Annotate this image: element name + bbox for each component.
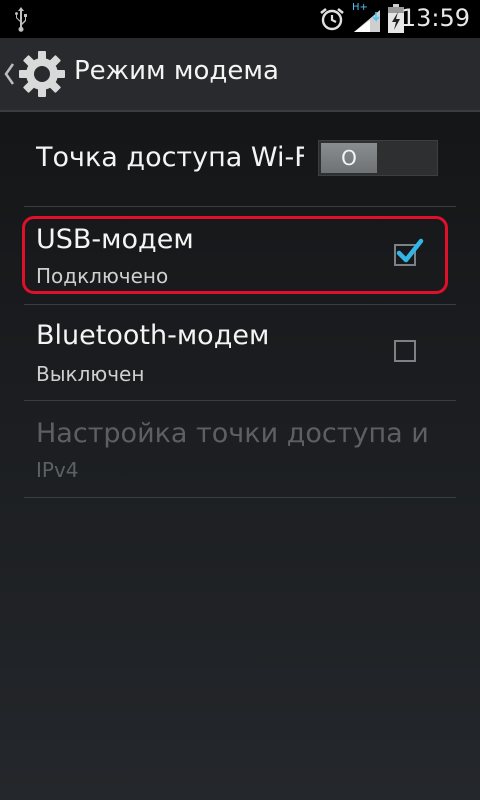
- divider: [24, 206, 456, 207]
- usb-icon: [15, 7, 27, 32]
- clock: 13:59: [400, 4, 470, 32]
- status-bar: H+ 13:59: [0, 0, 480, 38]
- wifi-hotspot-row[interactable]: Точка доступа Wi-Fi O: [24, 110, 456, 206]
- divider: [24, 497, 456, 498]
- toggle-thumb: O: [321, 143, 377, 173]
- signal-icon: [354, 10, 380, 32]
- screen: H+ 13:59 Режим модема Точка доступа Wi-F…: [0, 0, 480, 800]
- back-chevron-icon[interactable]: [2, 60, 16, 88]
- toggle-label: O: [341, 146, 357, 170]
- page-title: Режим модема: [74, 56, 279, 86]
- usb-tethering-checkbox[interactable]: [394, 238, 424, 266]
- hotspot-config-row: Настройка точки доступа и IPv4: [24, 400, 456, 496]
- bluetooth-tethering-title: Bluetooth-модем: [36, 320, 270, 351]
- action-bar: Режим модема: [0, 38, 480, 112]
- hotspot-config-title: Настройка точки доступа и: [36, 418, 429, 449]
- usb-tethering-title: USB-модем: [36, 224, 194, 255]
- gear-icon[interactable]: [16, 48, 68, 100]
- wifi-hotspot-toggle[interactable]: O: [318, 140, 438, 176]
- usb-tethering-status: Подключено: [36, 264, 169, 288]
- hotspot-config-subtitle: IPv4: [36, 458, 79, 482]
- usb-tethering-row[interactable]: USB-модем Подключено: [22, 208, 456, 304]
- wifi-hotspot-title: Точка доступа Wi-Fi: [36, 142, 304, 173]
- bluetooth-tethering-status: Выключен: [36, 362, 145, 386]
- bluetooth-tethering-checkbox[interactable]: [394, 340, 416, 362]
- check-mark-icon: [396, 238, 424, 263]
- alarm-icon: [320, 7, 344, 31]
- bluetooth-tethering-row[interactable]: Bluetooth-модем Выключен: [24, 304, 456, 400]
